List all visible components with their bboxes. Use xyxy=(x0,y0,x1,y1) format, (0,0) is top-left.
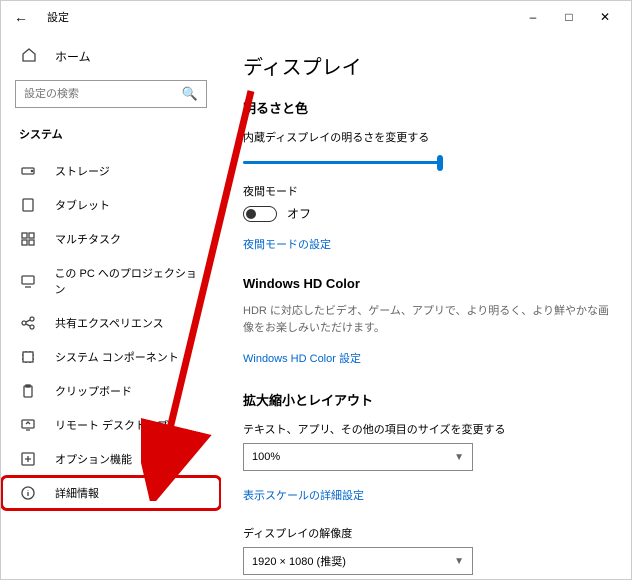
sidebar-item-shared[interactable]: 共有エクスペリエンス xyxy=(1,306,221,340)
scale-value: 100% xyxy=(252,451,280,463)
sidebar-item-components[interactable]: システム コンポーネント xyxy=(1,340,221,374)
brightness-slider[interactable] xyxy=(243,153,443,171)
sidebar-item-home[interactable]: ホーム xyxy=(1,41,221,72)
content-pane: ディスプレイ 明るさと色 内蔵ディスプレイの明るさを変更する 夜間モード オフ … xyxy=(221,33,631,579)
resolution-value: 1920 × 1080 (推奨) xyxy=(252,553,346,569)
resolution-label: ディスプレイの解像度 xyxy=(243,525,609,541)
chevron-down-icon: ▼ xyxy=(454,452,464,463)
sidebar-item-label: オプション機能 xyxy=(55,451,132,467)
resolution-select[interactable]: 1920 × 1080 (推奨) ▼ xyxy=(243,547,473,575)
sidebar-item-storage[interactable]: ストレージ xyxy=(1,154,221,188)
projection-icon xyxy=(19,273,36,289)
home-icon xyxy=(21,47,41,66)
section-hdcolor: Windows HD Color xyxy=(243,276,609,291)
sidebar-item-label: システム コンポーネント xyxy=(55,349,179,365)
sidebar-item-optional[interactable]: オプション機能 xyxy=(1,442,221,476)
tablet-icon xyxy=(19,197,37,213)
search-box[interactable]: 🔍 xyxy=(15,80,207,108)
scale-select[interactable]: 100% ▼ xyxy=(243,443,473,471)
sidebar-item-label: この PC へのプロジェクション xyxy=(54,265,203,297)
storage-icon xyxy=(19,163,37,179)
share-icon xyxy=(19,315,37,331)
hdcolor-link[interactable]: Windows HD Color 設定 xyxy=(243,350,361,366)
sidebar-item-label: マルチタスク xyxy=(55,231,121,247)
scale-advanced-link[interactable]: 表示スケールの詳細設定 xyxy=(243,487,364,503)
section-scale: 拡大縮小とレイアウト xyxy=(243,390,609,409)
info-icon xyxy=(19,485,37,501)
sidebar-item-label: クリップボード xyxy=(55,383,132,399)
remote-desktop-icon xyxy=(19,417,37,433)
night-light-toggle[interactable] xyxy=(243,206,277,222)
sidebar-item-label: タブレット xyxy=(55,197,110,213)
back-button[interactable]: ← xyxy=(9,9,33,25)
plus-icon xyxy=(19,451,37,467)
sidebar-item-about[interactable]: 詳細情報 xyxy=(1,476,221,510)
home-label: ホーム xyxy=(55,48,91,65)
components-icon xyxy=(19,349,37,365)
section-brightness: 明るさと色 xyxy=(243,98,609,117)
window-title: 設定 xyxy=(47,9,69,25)
sidebar-item-label: 詳細情報 xyxy=(55,485,99,501)
sidebar-item-tablet[interactable]: タブレット xyxy=(1,188,221,222)
sidebar: ホーム 🔍 システム ストレージ タブレット マルチタスク この PC へ xyxy=(1,33,221,579)
sidebar-item-clipboard[interactable]: クリップボード xyxy=(1,374,221,408)
close-button[interactable]: ✕ xyxy=(587,3,623,31)
sidebar-item-label: ストレージ xyxy=(55,163,110,179)
night-light-settings-link[interactable]: 夜間モードの設定 xyxy=(243,236,331,252)
scale-label: テキスト、アプリ、その他の項目のサイズを変更する xyxy=(243,421,609,437)
category-label: システム xyxy=(1,120,221,148)
page-title: ディスプレイ xyxy=(243,51,609,80)
sidebar-item-label: リモート デスクトップ xyxy=(55,417,168,433)
sidebar-item-label: 共有エクスペリエンス xyxy=(55,315,164,331)
hdcolor-desc: HDR に対応したビデオ、ゲーム、アプリで、より明るく、より鮮やかな画像をお楽し… xyxy=(243,303,609,336)
maximize-button[interactable]: □ xyxy=(551,3,587,31)
multitask-icon xyxy=(19,231,37,247)
night-light-state: オフ xyxy=(287,205,311,222)
sidebar-item-multitask[interactable]: マルチタスク xyxy=(1,222,221,256)
chevron-down-icon: ▼ xyxy=(454,556,464,567)
clipboard-icon xyxy=(19,383,37,399)
sidebar-item-projection[interactable]: この PC へのプロジェクション xyxy=(1,256,221,306)
minimize-button[interactable]: – xyxy=(515,3,551,31)
brightness-label: 内蔵ディスプレイの明るさを変更する xyxy=(243,129,609,145)
search-input[interactable] xyxy=(24,88,182,100)
night-light-label: 夜間モード xyxy=(243,183,609,199)
search-icon: 🔍 xyxy=(182,86,198,102)
sidebar-item-remote[interactable]: リモート デスクトップ xyxy=(1,408,221,442)
